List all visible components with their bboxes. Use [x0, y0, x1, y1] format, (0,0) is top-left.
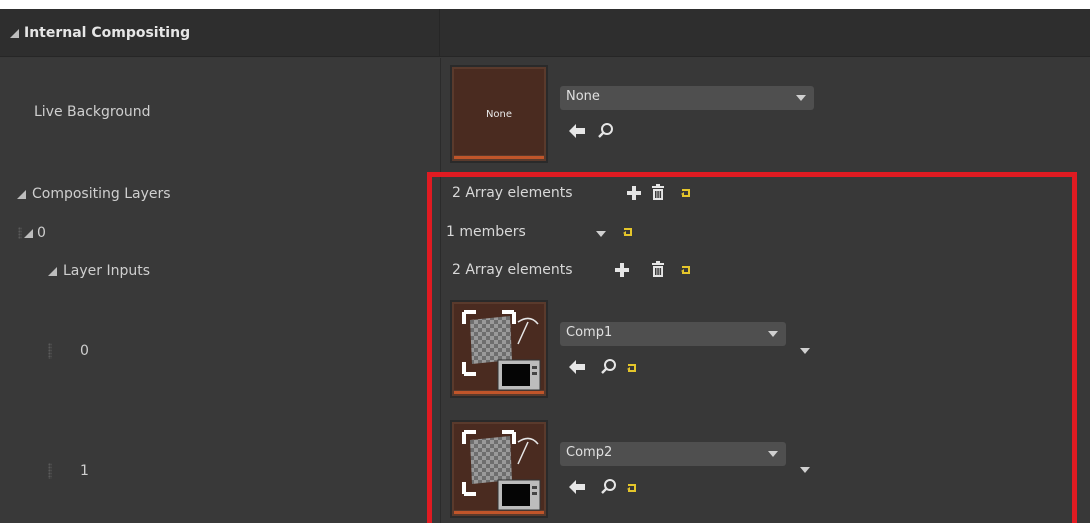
layer-input-0-index: 0 — [80, 343, 89, 359]
layer-input-1-index: 1 — [80, 463, 89, 479]
live-background-thumbnail[interactable]: None — [450, 65, 548, 163]
members-text: 1 members — [446, 224, 526, 240]
chevron-down-icon — [796, 95, 806, 101]
search-icon[interactable] — [601, 478, 617, 495]
layer-input-0-thumbnail[interactable] — [450, 300, 548, 398]
live-background-combo[interactable]: None — [560, 86, 814, 110]
chevron-down-icon[interactable] — [800, 348, 810, 354]
layer-input-1-combo[interactable]: Comp2 — [560, 442, 786, 466]
layer-inputs-label: Layer Inputs — [63, 263, 151, 279]
layer-input-1-combo-value: Comp2 — [566, 445, 613, 460]
drag-handle-icon[interactable] — [18, 227, 22, 239]
element-0-index: 0 — [37, 225, 46, 241]
layer-inputs-row[interactable]: Layer Inputs — [48, 263, 150, 279]
expand-triangle-icon[interactable] — [48, 266, 57, 276]
drag-handle-icon[interactable] — [48, 343, 52, 359]
compositing-layers-label: Compositing Layers — [32, 186, 171, 202]
drag-handle-icon[interactable] — [48, 463, 52, 479]
section-header-left[interactable]: Internal Compositing — [0, 9, 440, 57]
live-background-combo-value: None — [566, 89, 600, 104]
section-title: Internal Compositing — [24, 25, 191, 41]
reset-icon[interactable] — [681, 188, 691, 198]
property-names-column: Live Background Compositing Layers 0 Lay… — [0, 58, 440, 523]
reset-icon[interactable] — [627, 483, 637, 493]
layer-inputs-array-text: 2 Array elements — [452, 262, 573, 278]
layer-input-0-combo[interactable]: Comp1 — [560, 322, 786, 346]
layer-input-1-thumbnail[interactable] — [450, 420, 548, 518]
compositing-element-icon — [462, 310, 541, 391]
live-background-label: Live Background — [34, 104, 151, 120]
browse-back-icon[interactable] — [569, 360, 586, 374]
compositing-layers-row[interactable]: Compositing Layers — [17, 186, 171, 202]
compositing-element-icon — [462, 430, 541, 511]
chevron-down-icon — [768, 451, 778, 457]
browse-back-icon[interactable] — [569, 124, 586, 138]
reset-icon[interactable] — [681, 265, 691, 275]
section-header[interactable]: Internal Compositing — [0, 9, 1090, 57]
chevron-down-icon[interactable] — [596, 231, 606, 237]
thumbnail-none-text: None — [485, 109, 513, 120]
collapse-triangle-icon[interactable] — [10, 28, 19, 38]
layer-input-0-row[interactable]: 0 — [48, 343, 89, 359]
trash-icon[interactable] — [651, 184, 665, 200]
add-icon[interactable] — [614, 262, 630, 278]
column-divider[interactable] — [440, 58, 441, 523]
compositing-layers-array-text: 2 Array elements — [452, 185, 573, 201]
reset-icon[interactable] — [623, 227, 633, 237]
element-0-row[interactable]: 0 — [18, 225, 46, 241]
browse-back-icon[interactable] — [569, 480, 586, 494]
layer-input-0-combo-value: Comp1 — [566, 325, 613, 340]
expand-triangle-icon[interactable] — [24, 228, 33, 238]
search-icon[interactable] — [601, 358, 617, 375]
layer-input-1-row[interactable]: 1 — [48, 463, 89, 479]
chevron-down-icon — [768, 331, 778, 337]
top-strip — [0, 0, 1090, 9]
reset-icon[interactable] — [627, 363, 637, 373]
chevron-down-icon[interactable] — [800, 467, 810, 473]
add-icon[interactable] — [626, 185, 642, 201]
search-icon[interactable] — [598, 122, 614, 139]
trash-icon[interactable] — [651, 261, 665, 277]
expand-triangle-icon[interactable] — [17, 189, 26, 199]
